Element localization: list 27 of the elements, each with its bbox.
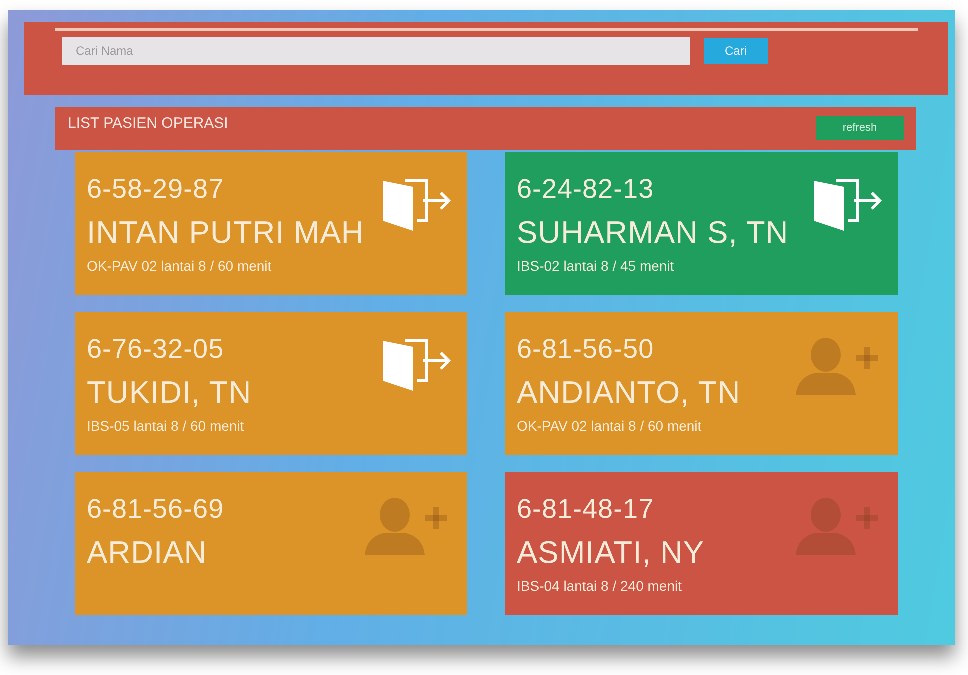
patient-info: IBS-04 lantai 8 / 240 menit (517, 578, 683, 594)
patient-info: OK-PAV 02 lantai 8 / 60 menit (87, 258, 273, 274)
patient-info: IBS-05 lantai 8 / 60 menit (87, 418, 246, 434)
patient-id: 6-81-48-17 (517, 494, 654, 525)
patient-card[interactable]: 6-24-82-13 SUHARMAN S, TN IBS-02 lantai 8 / 45 menit (505, 152, 898, 295)
patient-id: 6-24-82-13 (517, 174, 654, 205)
patient-card[interactable]: 6-81-56-69 ARDIAN (75, 472, 467, 615)
search-field[interactable]: Cari Nama (62, 37, 690, 65)
patient-id: 6-81-56-50 (517, 334, 654, 365)
patient-id: 6-76-32-05 (87, 334, 224, 365)
search-button[interactable]: Cari (704, 38, 768, 64)
patient-card[interactable]: 6-76-32-05 TUKIDI, TN IBS-05 lantai 8 / 60 menit (75, 312, 467, 455)
patient-card[interactable]: 6-81-48-17 ASMIATI, NY IBS-04 lantai 8 / 240 menit (505, 472, 898, 615)
patient-id: 6-58-29-87 (87, 174, 224, 205)
patient-card[interactable]: 6-58-29-87 INTAN PUTRI MAH OK-PAV 02 lantai 8 / 60 menit (75, 152, 467, 295)
patient-card[interactable]: 6-81-56-50 ANDIANTO, TN OK-PAV 02 lantai 8 / 60 menit (505, 312, 898, 455)
patient-name: ANDIANTO, TN (517, 374, 741, 412)
patient-name: SUHARMAN S, TN (517, 214, 789, 252)
patient-id: 6-81-56-69 (87, 494, 224, 525)
patient-name: ASMIATI, NY (517, 534, 705, 572)
refresh-button[interactable]: refresh (816, 116, 904, 140)
patient-info: OK-PAV 02 lantai 8 / 60 menit (517, 418, 703, 434)
patient-info: IBS-02 lantai 8 / 45 menit (517, 258, 676, 274)
patient-name: TUKIDI, TN (87, 374, 252, 412)
list-title: LIST PASIEN OPERASI (68, 115, 228, 132)
patient-name: ARDIAN (87, 534, 208, 572)
patient-name: INTAN PUTRI MAH (87, 214, 364, 252)
